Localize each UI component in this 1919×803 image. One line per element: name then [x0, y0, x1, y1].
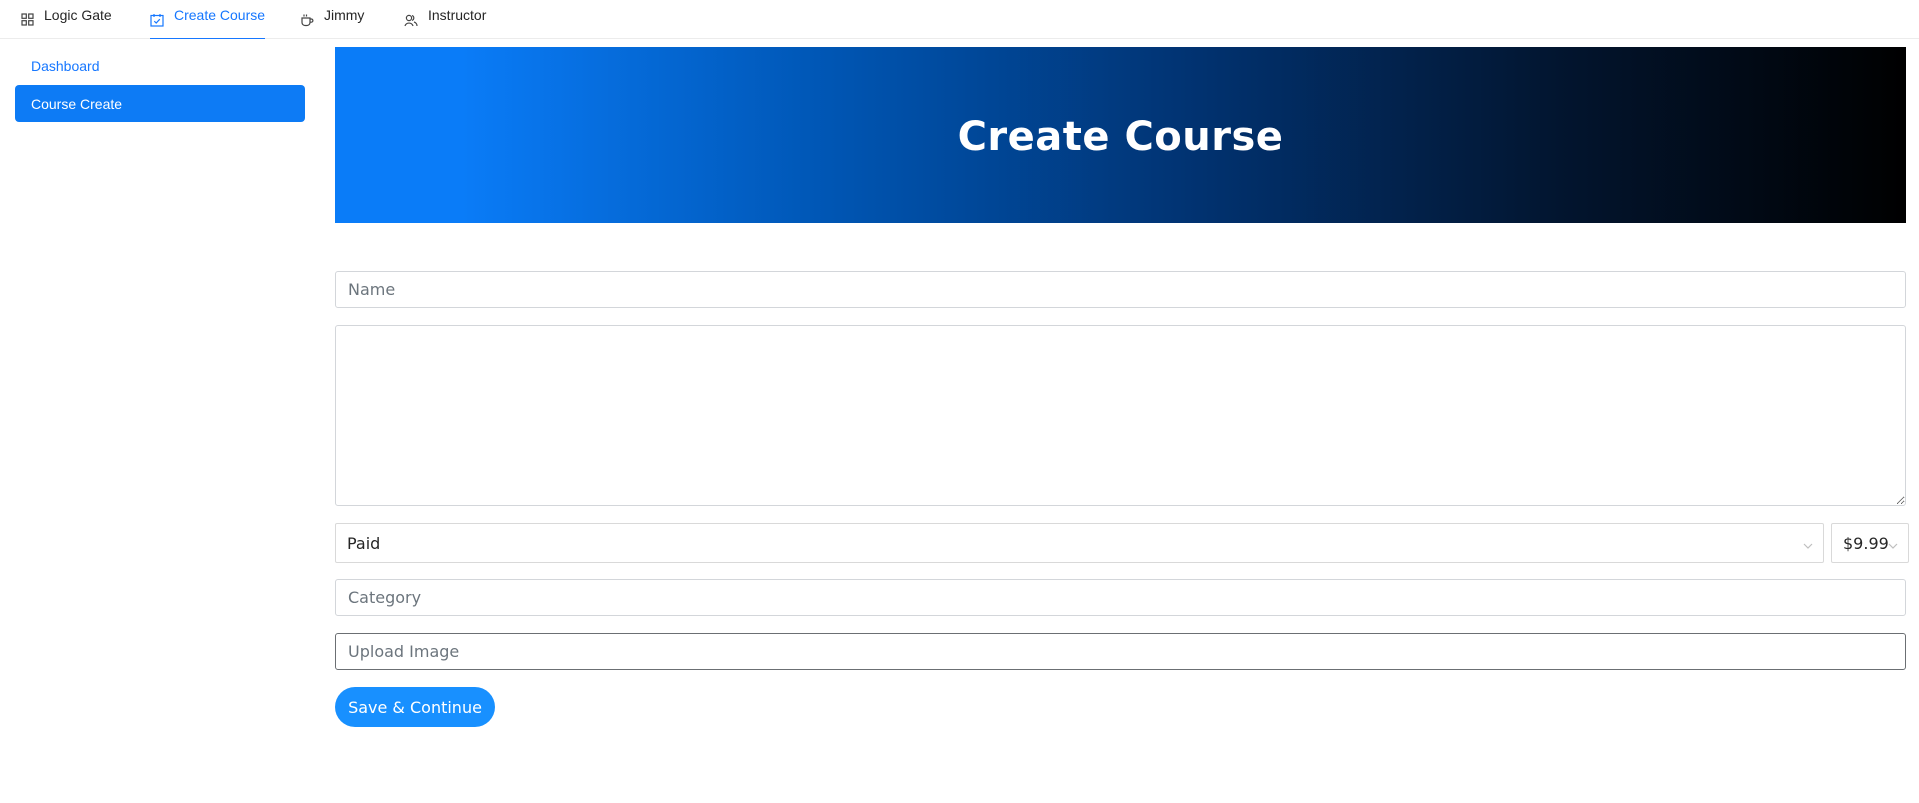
sidebar-item-label: Course Create [31, 95, 123, 112]
paid-select[interactable]: Paid [335, 523, 1824, 563]
description-textarea[interactable] [335, 325, 1906, 506]
chevron-down-icon [1803, 536, 1813, 549]
team-icon [404, 13, 418, 27]
top-nav: Logic Gate Create Course Jimmy Instructo… [0, 0, 1919, 40]
nav-item-label: Instructor [428, 6, 487, 23]
upload-image-input[interactable] [335, 633, 1906, 670]
nav-item-logic-gate[interactable]: Logic Gate [20, 0, 112, 39]
nav-item-label: Logic Gate [44, 6, 112, 23]
sidebar-item-dashboard[interactable]: Dashboard [15, 47, 305, 84]
paid-select-value: Paid [347, 533, 381, 553]
chevron-down-icon [1888, 536, 1898, 549]
nav-item-label: Create Course [174, 6, 266, 23]
name-input[interactable] [335, 271, 1906, 308]
page-title: Create Course [957, 114, 1284, 160]
calendar-check-icon [150, 13, 164, 27]
nav-item-create-course[interactable]: Create Course [150, 0, 266, 40]
nav-item-label: Jimmy [324, 6, 365, 23]
nav-item-instructor[interactable]: Instructor [404, 0, 486, 39]
save-continue-button[interactable]: Save & Continue [335, 687, 495, 727]
price-select-value: $9.99 [1843, 533, 1889, 553]
category-input[interactable] [335, 579, 1906, 616]
hero-banner: Create Course [335, 47, 1906, 223]
sidebar: Dashboard Course Create [0, 39, 320, 803]
price-select[interactable]: $9.99 [1831, 523, 1909, 563]
appstore-icon [20, 13, 34, 27]
sidebar-item-label: Dashboard [31, 57, 100, 74]
sidebar-item-course-create[interactable]: Course Create [15, 85, 305, 122]
nav-item-jimmy[interactable]: Jimmy [300, 0, 364, 39]
coffee-cup-icon [300, 13, 314, 27]
